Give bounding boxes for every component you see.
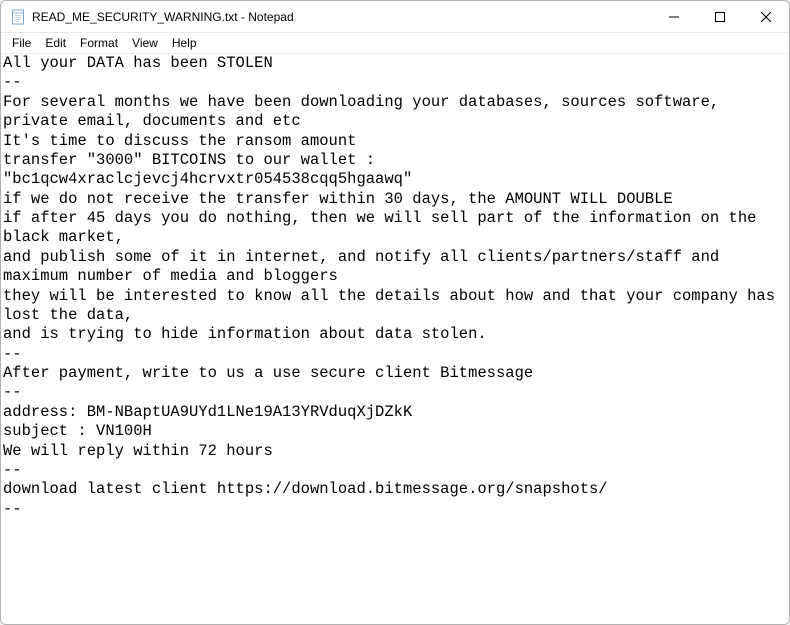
close-button[interactable] bbox=[743, 1, 789, 32]
minimize-button[interactable] bbox=[651, 1, 697, 32]
window-controls bbox=[651, 1, 789, 32]
close-icon bbox=[761, 12, 771, 22]
menu-format[interactable]: Format bbox=[73, 35, 125, 51]
menu-edit[interactable]: Edit bbox=[38, 35, 73, 51]
menu-view[interactable]: View bbox=[125, 35, 165, 51]
notepad-window: READ_ME_SECURITY_WARNING.txt - Notepad bbox=[0, 0, 790, 625]
minimize-icon bbox=[669, 12, 679, 22]
maximize-button[interactable] bbox=[697, 1, 743, 32]
notepad-icon bbox=[10, 9, 26, 25]
menu-file[interactable]: File bbox=[5, 35, 38, 51]
maximize-icon bbox=[715, 12, 725, 22]
text-editor[interactable]: All your DATA has been STOLEN -- For sev… bbox=[1, 53, 789, 624]
menu-help[interactable]: Help bbox=[165, 35, 204, 51]
menubar: File Edit Format View Help bbox=[1, 33, 789, 53]
window-title: READ_ME_SECURITY_WARNING.txt - Notepad bbox=[32, 10, 651, 24]
titlebar: READ_ME_SECURITY_WARNING.txt - Notepad bbox=[1, 1, 789, 33]
